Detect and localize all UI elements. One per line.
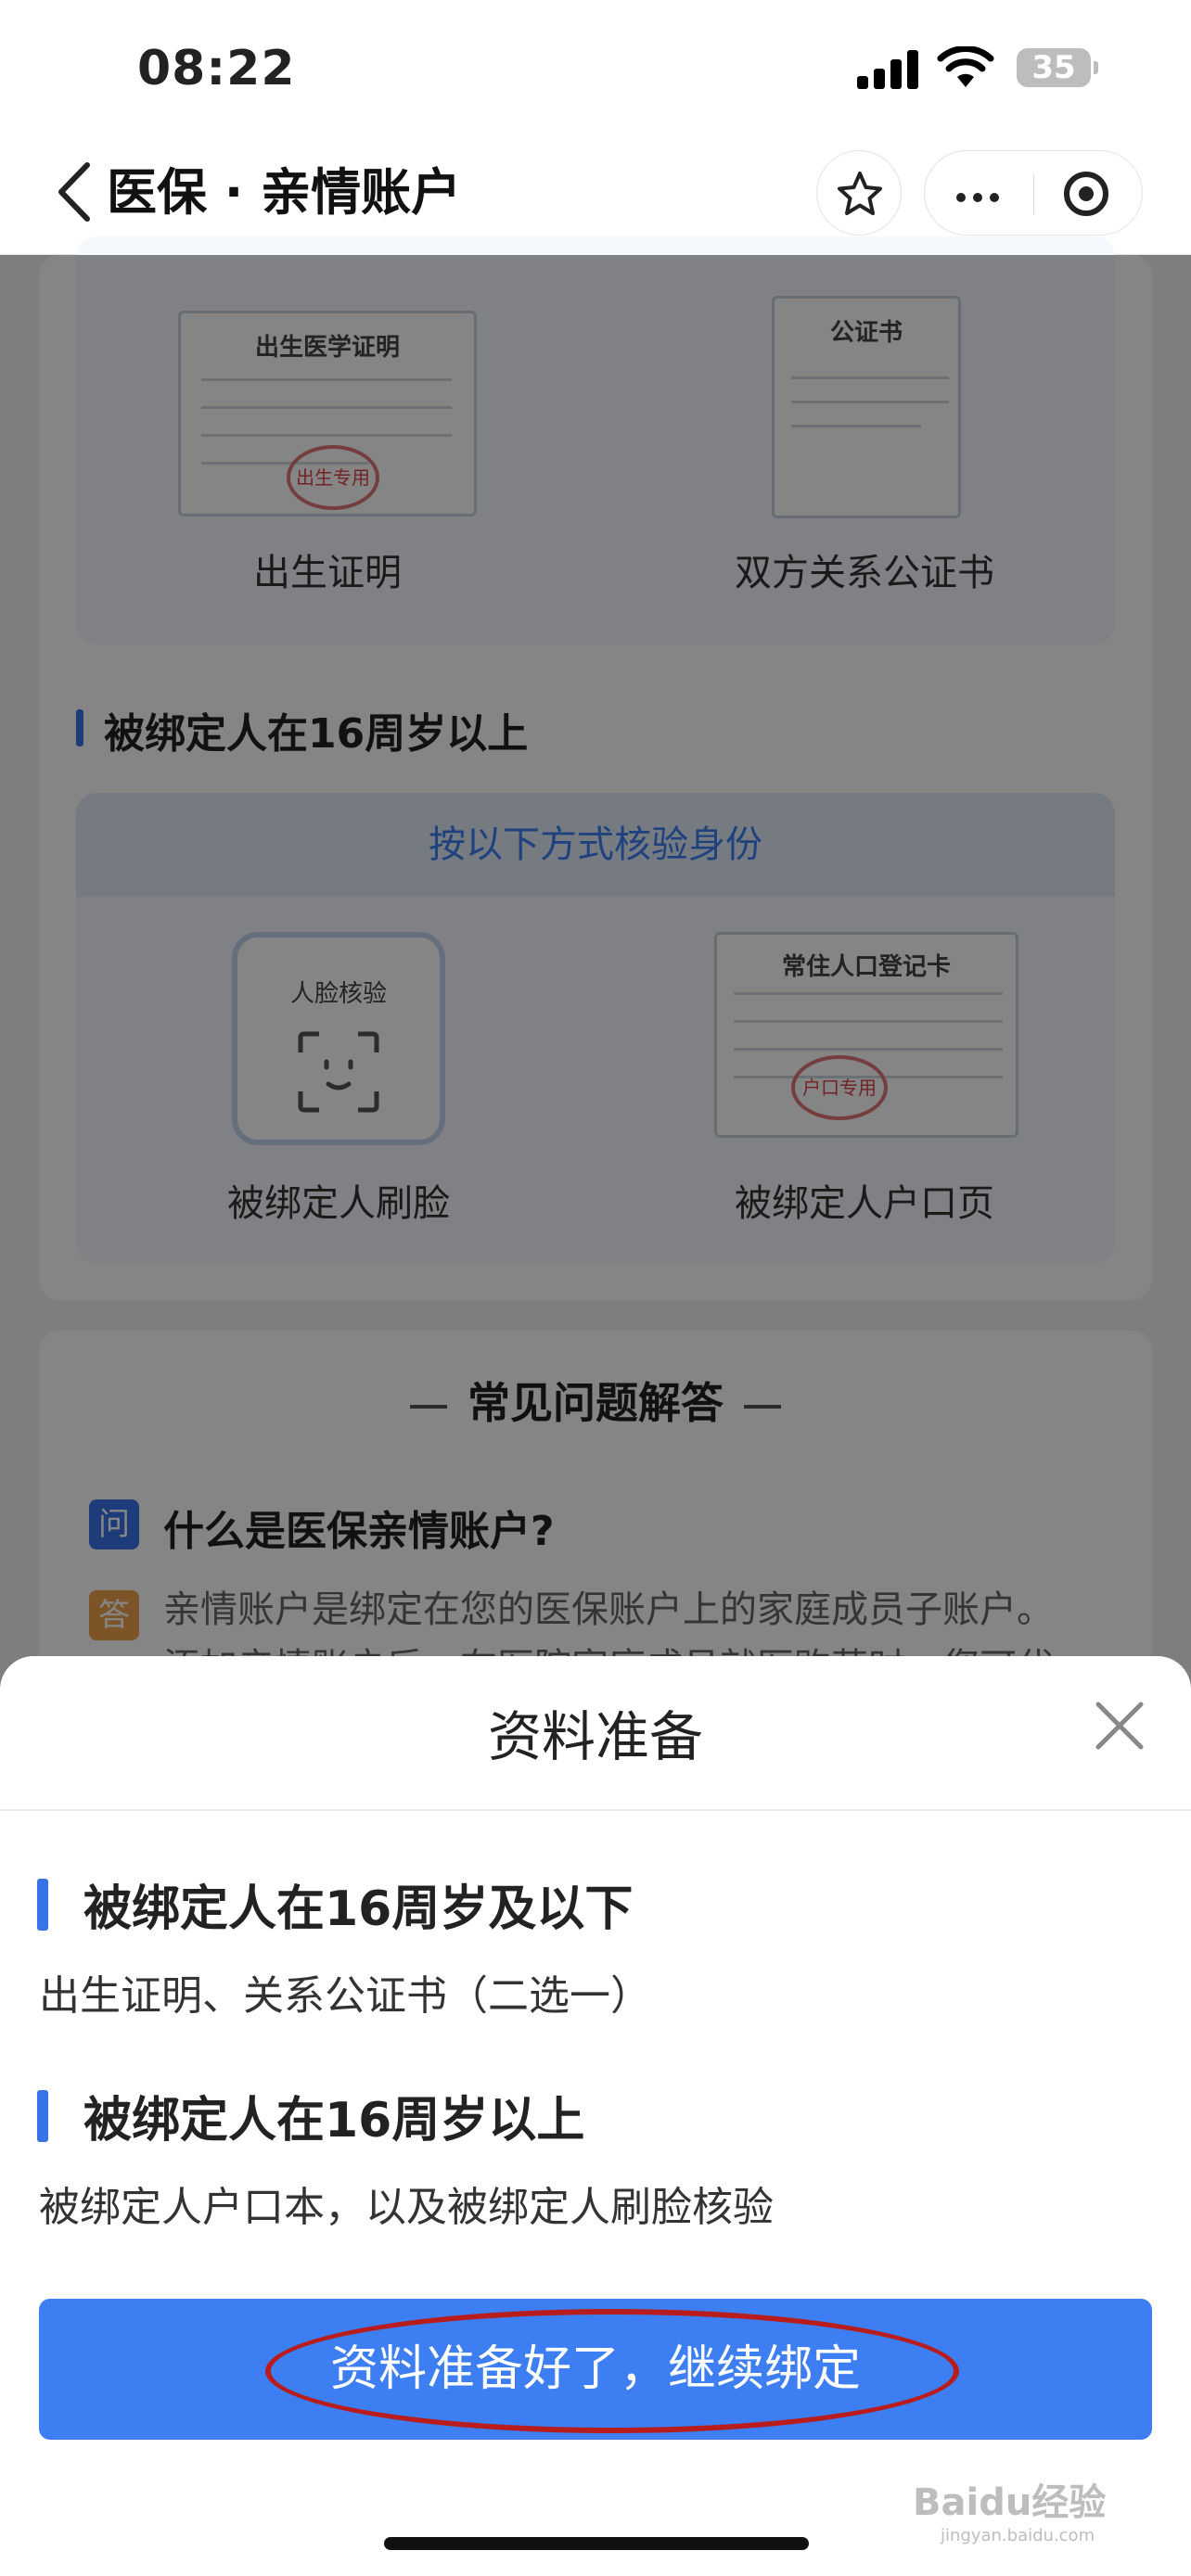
home-indicator[interactable] (384, 2537, 809, 2550)
more-dots-icon[interactable] (956, 188, 1006, 206)
back-chevron-icon[interactable] (52, 159, 98, 224)
cellular-signal-icon (857, 50, 920, 89)
star-icon (838, 172, 882, 215)
page-title: 医保 · 亲情账户 (107, 163, 462, 222)
materials-bottom-sheet: 资料准备 被绑定人在16周岁及以下 出生证明、关系公证书（二选一） 被绑定人在1… (0, 1656, 1191, 2576)
capsule-divider (1033, 173, 1034, 214)
favorite-button[interactable] (816, 150, 902, 236)
watermark-text: Baidu经验 (913, 2481, 1107, 2524)
section-text-over16: 被绑定人户口本，以及被绑定人刷脸核验 (39, 2184, 774, 2231)
section-text-under16: 出生证明、关系公证书（二选一） (39, 1972, 651, 2020)
close-miniprogram-icon[interactable] (1064, 172, 1108, 216)
baidu-watermark: Baidu经验 jingyan.baidu.com (913, 2472, 1106, 2545)
battery-icon: 35 (1017, 48, 1098, 87)
watermark-url: jingyan.baidu.com (941, 2526, 1095, 2545)
section-heading-under16: 被绑定人在16周岁及以下 (37, 1869, 633, 1939)
sheet-divider (0, 1809, 1191, 1811)
wifi-icon (937, 46, 994, 87)
section-heading-over16: 被绑定人在16周岁以上 (37, 2081, 584, 2150)
status-bar: 08:22 35 (0, 0, 1191, 139)
highlight-ring-annotation (265, 2309, 959, 2433)
miniprogram-capsule (924, 150, 1143, 236)
status-time: 08:22 (137, 41, 296, 96)
close-icon[interactable] (1087, 1693, 1152, 1758)
sheet-title: 资料准备 (487, 1705, 703, 1768)
